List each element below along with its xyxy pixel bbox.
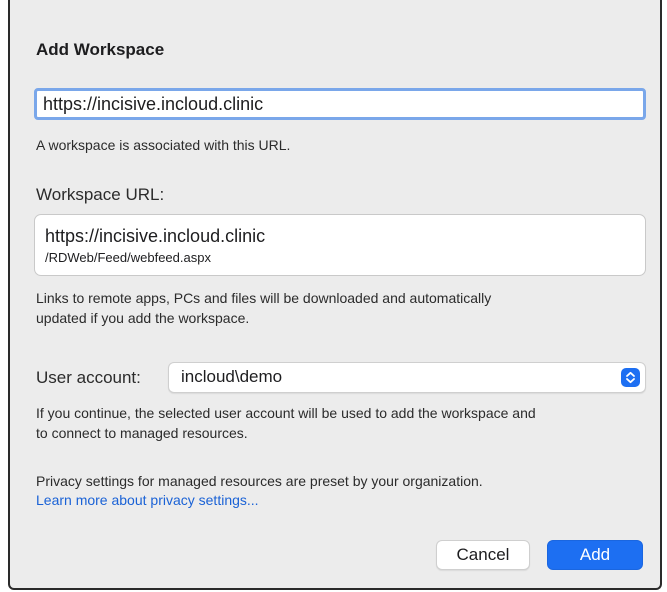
cancel-button[interactable]: Cancel — [436, 540, 530, 570]
user-account-selected-value: incloud\demo — [181, 367, 283, 386]
continue-description-line-1: If you continue, the selected user accou… — [36, 405, 536, 421]
user-account-label: User account: — [36, 368, 141, 387]
add-button[interactable]: Add — [547, 540, 643, 570]
privacy-description: Privacy settings for managed resources a… — [36, 473, 483, 489]
chevron-up-down-icon[interactable] — [621, 368, 640, 387]
links-description-line-2: updated if you add the workspace. — [36, 310, 250, 326]
user-account-select[interactable]: incloud\demo — [168, 362, 646, 393]
dialog-title: Add Workspace — [36, 40, 165, 59]
url-hint-text: A workspace is associated with this URL. — [36, 137, 291, 153]
links-description: Links to remote apps, PCs and files will… — [36, 288, 646, 328]
workspace-url-path: /RDWeb/Feed/webfeed.aspx — [45, 250, 211, 265]
workspace-url-host: https://incisive.incloud.clinic — [45, 226, 266, 246]
workspace-url-input[interactable] — [34, 88, 646, 120]
privacy-settings-link[interactable]: Learn more about privacy settings... — [36, 492, 259, 508]
workspace-url-display: https://incisive.incloud.clinic /RDWeb/F… — [34, 214, 646, 276]
continue-description-line-2: to connect to managed resources. — [36, 425, 248, 441]
continue-description: If you continue, the selected user accou… — [36, 403, 646, 443]
add-workspace-dialog: Add Workspace A workspace is associated … — [8, 0, 662, 590]
workspace-url-label: Workspace URL: — [36, 185, 165, 204]
links-description-line-1: Links to remote apps, PCs and files will… — [36, 290, 492, 306]
